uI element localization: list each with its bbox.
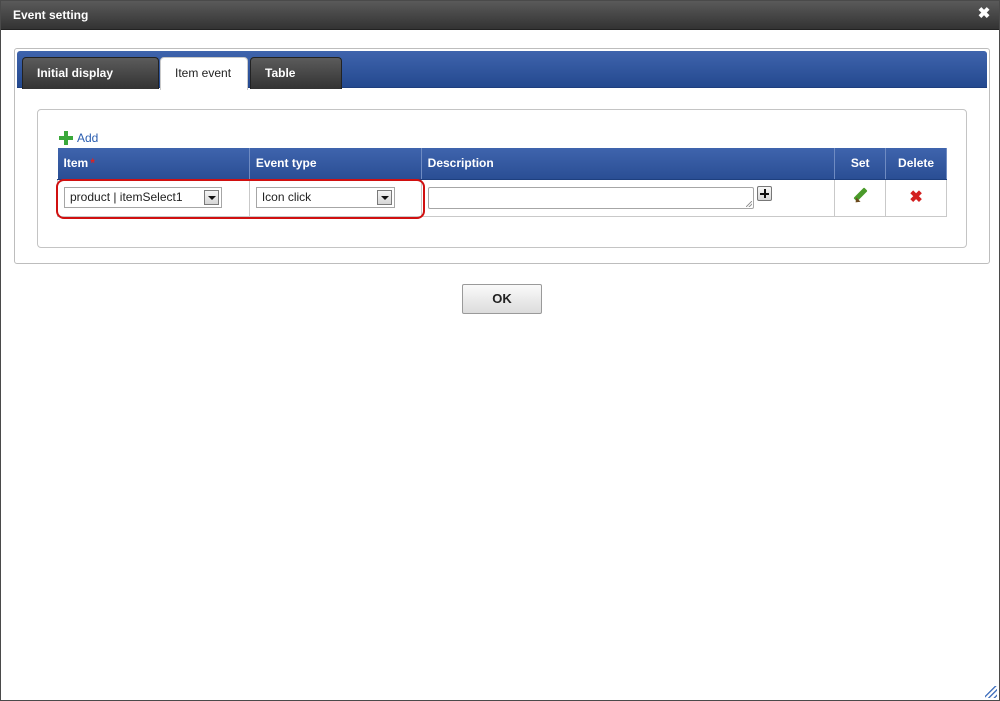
tab-table-event[interactable]: Table event	[250, 57, 342, 111]
item-select[interactable]: product | itemSelect1	[64, 187, 222, 208]
delete-cell: ✖	[885, 178, 947, 217]
column-header-set: Set	[834, 148, 887, 180]
column-header-item-label: Item	[63, 156, 89, 171]
ok-button[interactable]: OK	[462, 284, 542, 314]
column-header-delete: Delete	[885, 148, 947, 180]
description-textarea[interactable]	[427, 186, 754, 209]
item-select-value: product | itemSelect1	[70, 190, 183, 204]
tab-panel: Initial display event Item event Table e…	[14, 48, 990, 264]
dialog-titlebar[interactable]: Event setting ✖	[1, 1, 999, 30]
description-cell	[420, 178, 836, 217]
delete-icon[interactable]: ✖	[909, 189, 922, 206]
event-type-select[interactable]: Icon click	[255, 187, 395, 208]
event-type-select-value: Icon click	[261, 190, 312, 204]
column-header-item: Item *	[57, 148, 250, 180]
table-row: product | itemSelect1 Icon click ✖	[57, 178, 947, 217]
item-cell: product | itemSelect1	[57, 178, 250, 217]
event-setting-dialog: Event setting ✖ Initial display event It…	[0, 0, 1000, 701]
description-wrapper	[427, 186, 835, 209]
table-header-row: Item * Event type Description Set Delete	[57, 148, 947, 180]
required-marker: *	[90, 156, 95, 171]
column-header-description: Description	[421, 148, 836, 180]
close-icon[interactable]: ✖	[977, 6, 991, 21]
pencil-icon[interactable]	[852, 188, 868, 204]
set-cell	[834, 178, 887, 217]
column-header-event-type: Event type	[249, 148, 422, 180]
event-type-cell: Icon click	[248, 178, 422, 217]
resize-handle-icon[interactable]	[985, 686, 997, 698]
add-label: Add	[77, 131, 99, 145]
dialog-title: Event setting	[13, 8, 89, 22]
expand-description-icon[interactable]	[756, 186, 772, 201]
tab-bar: Initial display event Item event Table e…	[17, 51, 987, 111]
event-table: Item * Event type Description Set Delete …	[57, 148, 947, 217]
tab-item-event[interactable]: Item event	[160, 57, 248, 90]
plus-icon	[59, 131, 73, 145]
dropdown-arrow-icon[interactable]	[204, 190, 219, 205]
dropdown-arrow-icon[interactable]	[376, 190, 392, 205]
item-event-content: Add Item * Event type Description Set De…	[37, 109, 967, 248]
add-button[interactable]: Add	[59, 131, 98, 145]
tab-initial-display-event[interactable]: Initial display event	[22, 57, 159, 111]
